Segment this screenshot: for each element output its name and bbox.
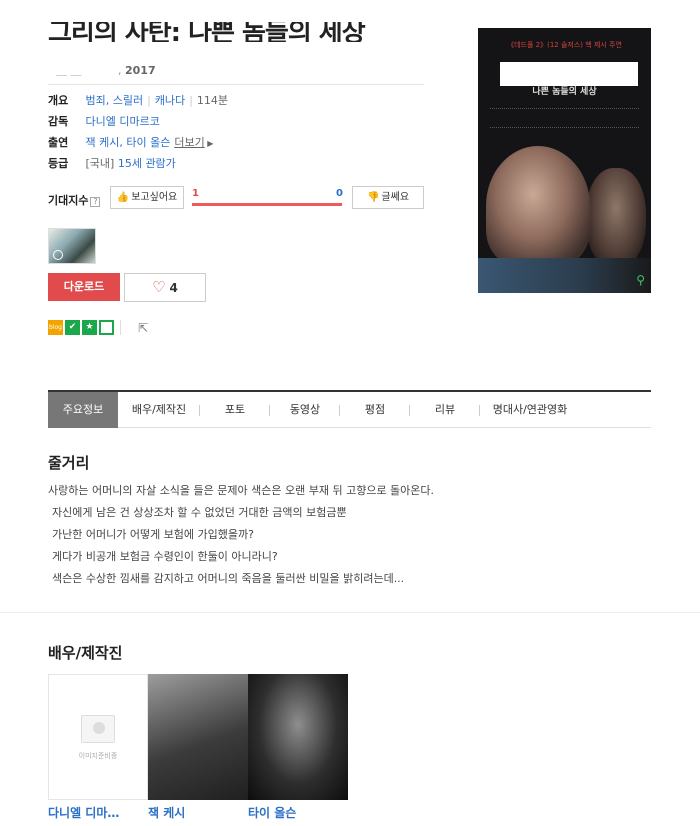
cast-card[interactable]: 잭 케시 xyxy=(148,674,248,821)
check-icon[interactable]: ✔ xyxy=(65,320,80,335)
movie-title: 그리의 사탄: 나쁜 놈들의 세상 xyxy=(48,22,366,42)
cast-link[interactable]: 잭 케시, 타이 올슨 xyxy=(86,136,171,149)
expectation-index: 기대지수? 👍 보고싶어요 1 0 👎 글쎄요 xyxy=(48,186,428,210)
square-icon[interactable] xyxy=(99,320,114,335)
poster-clothing xyxy=(478,258,651,293)
rating-region: [국내] xyxy=(85,157,115,170)
chevron-right-icon: ▶ xyxy=(204,139,214,148)
share-bar: blog ✔ ★ ⇱ xyxy=(48,320,153,336)
story-line: 자신에게 남은 건 상상조차 할 수 없었던 거대한 금액의 보험금뿐 xyxy=(52,506,347,519)
thumbs-up-icon: 👍 xyxy=(116,192,130,203)
want-to-see-button[interactable]: 👍 보고싶어요 xyxy=(110,186,184,209)
want-label: 보고싶어요 xyxy=(131,192,178,203)
movie-poster[interactable]: 《데드풀 2》(12 솔저스) 핵 제시 주연 나쁜 놈들의 세상 ⚲ xyxy=(478,28,651,293)
poster-tagline: 《데드풀 2》(12 솔저스) 핵 제시 주연 xyxy=(507,41,622,49)
not-sure-button[interactable]: 👎 글쎄요 xyxy=(352,186,424,209)
title-area: 그리의 사탄: 나쁜 놈들의 세상 xyxy=(48,22,428,42)
separator: | xyxy=(189,94,193,107)
country-link[interactable]: 캐나다 xyxy=(155,94,185,107)
help-icon[interactable]: ? xyxy=(90,197,101,207)
divider xyxy=(48,84,424,85)
info-label: 등급 xyxy=(48,157,69,170)
poster-credits xyxy=(490,108,639,128)
want-count: 1 xyxy=(192,188,199,199)
tab-main-info[interactable]: 주요정보 xyxy=(48,392,118,428)
tab-bar: 주요정보 배우/제작진 포토 동영상 평점 리뷰 명대사/연관영화 xyxy=(48,390,651,428)
story-line: 사랑하는 어머니의 자살 소식을 들은 문제아 색슨은 오랜 부재 뒤 고향으로… xyxy=(48,484,435,497)
expectation-label: 기대지수? xyxy=(48,192,101,208)
info-row-rating: 등급 [국내] 15세 관람가 xyxy=(48,153,428,174)
nah-count: 0 xyxy=(336,188,343,199)
expectation-bar xyxy=(192,203,342,206)
naver-blog-icon[interactable]: blog xyxy=(48,320,63,335)
tab-cast[interactable]: 배우/제작진 xyxy=(118,392,200,428)
info-row-genre: 개요 범죄, 스릴러 | 캐나다 | 114분 xyxy=(48,90,428,111)
tab-rating[interactable]: 평점 xyxy=(340,392,410,428)
cast-photo xyxy=(248,674,348,800)
director-link[interactable]: 다니엘 디마르코 xyxy=(86,115,160,128)
no-image-icon xyxy=(81,715,115,743)
cast-name[interactable]: 다니엘 디마… xyxy=(48,804,148,821)
info-row-cast: 출연 잭 케시, 타이 올슨 더보기 ▶ xyxy=(48,132,428,153)
runtime: 114분 xyxy=(196,94,229,107)
info-row-director: 감독 다니엘 디마르코 xyxy=(48,111,428,132)
tab-quotes[interactable]: 명대사/연관영화 xyxy=(480,392,580,428)
story-line: 게다가 비공개 보험금 수령인이 한둘이 아니라니? xyxy=(52,550,278,563)
poster-face-young-man xyxy=(486,146,590,266)
more-cast-link[interactable]: 더보기 xyxy=(174,136,204,149)
cast-card[interactable]: 이미지준비중 다니엘 디마… xyxy=(48,674,148,821)
cast-name[interactable]: 타이 올슨 xyxy=(248,804,348,821)
share-icon[interactable]: ⇱ xyxy=(135,320,151,336)
story-title: 줄거리 xyxy=(48,454,90,472)
nah-label: 글쎄요 xyxy=(381,192,410,203)
like-button[interactable]: ♡ 4 xyxy=(124,273,206,302)
cast-photo: 이미지준비중 xyxy=(48,674,148,800)
zoom-icon[interactable]: ⚲ xyxy=(636,273,645,287)
cast-name[interactable]: 잭 케시 xyxy=(148,804,248,821)
section-divider xyxy=(0,612,700,613)
cast-photo xyxy=(148,674,248,800)
poster-subtitle: 나쁜 놈들의 세상 xyxy=(532,87,597,97)
cast-card[interactable]: 타이 올슨 xyxy=(248,674,348,821)
star-icon[interactable]: ★ xyxy=(82,320,97,335)
original-title-blur: ＿ ＿ , xyxy=(56,64,122,77)
download-button[interactable]: 다운로드 xyxy=(48,273,120,301)
story-line: 가난한 어머니가 어떻게 보험에 가입했을까? xyxy=(52,528,254,541)
play-icon xyxy=(53,250,63,260)
cast-section-title: 배우/제작진 xyxy=(48,644,123,662)
genre-link[interactable]: 범죄, 스릴러 xyxy=(86,94,144,107)
no-image-text: 이미지준비중 xyxy=(78,752,118,760)
poster-title-block xyxy=(500,62,638,86)
info-label: 개요 xyxy=(48,94,69,107)
info-label: 출연 xyxy=(48,136,69,149)
tab-review[interactable]: 리뷰 xyxy=(410,392,480,428)
separator: | xyxy=(147,94,151,107)
heart-icon: ♡ xyxy=(152,278,166,296)
release-year: 2017 xyxy=(125,64,156,77)
video-thumbnail[interactable] xyxy=(48,228,96,264)
story-line: 색슨은 수상한 낌새를 감지하고 어머니의 죽음을 둘러싼 비밀을 밝히려는데.… xyxy=(52,572,405,585)
subtitle-line: ＿ ＿ , 2017 xyxy=(56,62,156,78)
expectation-label-text: 기대지수 xyxy=(48,194,89,207)
divider xyxy=(120,320,121,335)
tab-photo[interactable]: 포토 xyxy=(200,392,270,428)
thumbs-down-icon: 👎 xyxy=(366,192,380,203)
story-text: 사랑하는 어머니의 자살 소식을 들은 문제아 색슨은 오랜 부재 뒤 고향으로… xyxy=(48,480,648,590)
poster-face-old-man xyxy=(586,168,646,268)
rating-link[interactable]: 15세 관람가 xyxy=(118,157,176,170)
like-count: 4 xyxy=(169,281,178,295)
tab-video[interactable]: 동영상 xyxy=(270,392,340,428)
info-table: 개요 범죄, 스릴러 | 캐나다 | 114분 감독 다니엘 디마르코 출연 잭 케시,… xyxy=(48,90,428,174)
info-label: 감독 xyxy=(48,115,69,128)
